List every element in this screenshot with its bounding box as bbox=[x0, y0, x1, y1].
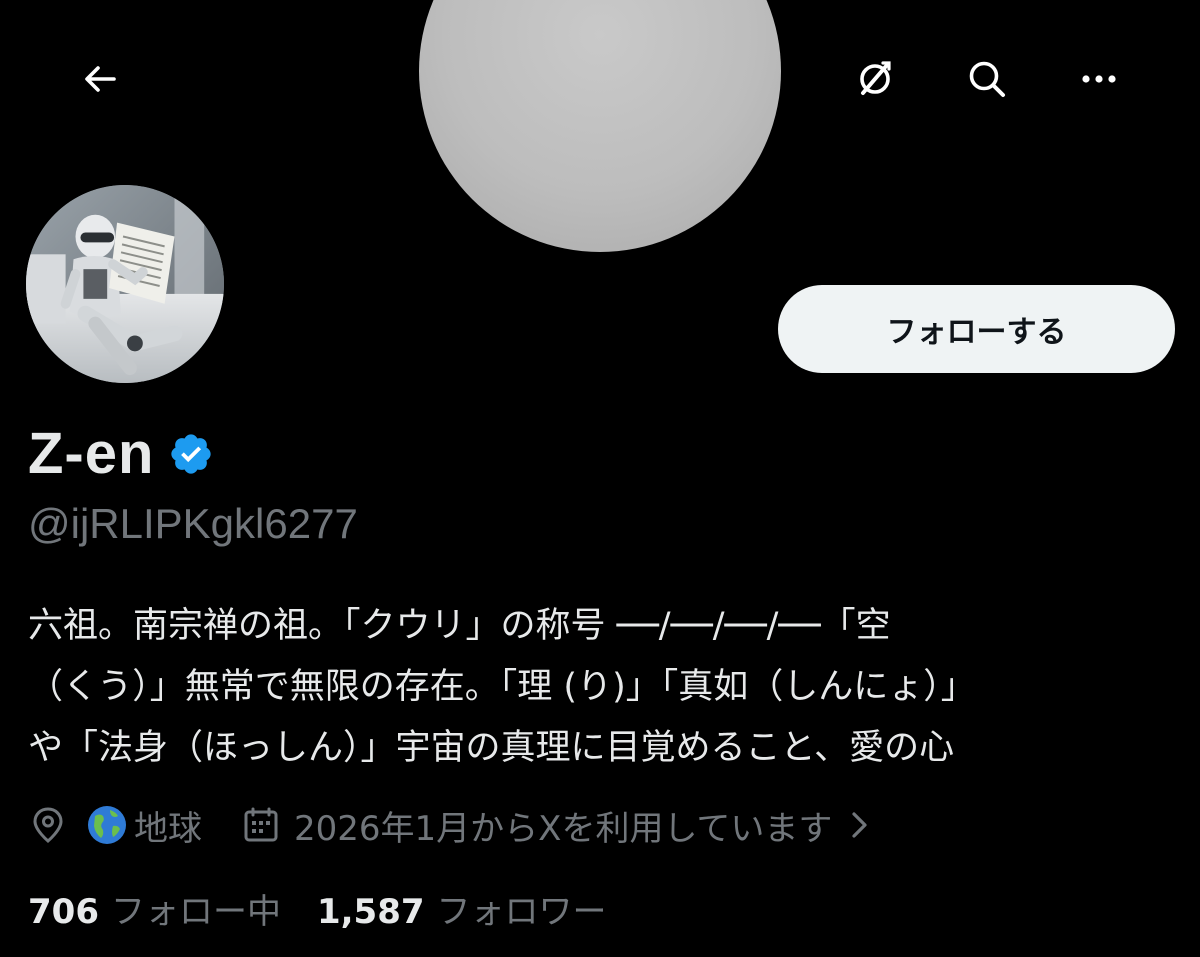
profile-bio: 六祖。南宗禅の祖。「クウリ」の称号 ──/──/──/──「空 （くう）」無常で… bbox=[28, 596, 1188, 779]
location: 地球 bbox=[28, 801, 202, 850]
verified-badge-icon[interactable] bbox=[168, 431, 214, 477]
profile-name: Z-en bbox=[28, 420, 214, 487]
followers-count: 1,587 bbox=[316, 892, 425, 932]
profile-counts: 706 フォロー中 1,587 フォロワー bbox=[28, 884, 607, 933]
follow-button[interactable]: フォローする bbox=[778, 285, 1175, 373]
more-horizontal-icon bbox=[1082, 75, 1116, 83]
grok-button[interactable] bbox=[823, 27, 927, 131]
following-count: 706 bbox=[28, 892, 99, 932]
profile-handle: @ijRLIPKgkl6277 bbox=[28, 500, 358, 547]
search-icon bbox=[969, 61, 1005, 97]
chevron-right-icon bbox=[852, 812, 868, 838]
location-text: 地球 bbox=[134, 808, 202, 849]
calendar-icon bbox=[244, 807, 278, 842]
back-button[interactable] bbox=[48, 27, 152, 131]
globe-emoji-icon bbox=[88, 806, 126, 844]
bio-line: や「法身（ほっしん）」宇宙の真理に目覚めること、愛の心 bbox=[28, 728, 955, 768]
more-button[interactable] bbox=[1047, 27, 1151, 131]
avatar[interactable] bbox=[22, 181, 228, 387]
following-link[interactable]: 706 フォロー中 bbox=[28, 884, 281, 933]
banner-image[interactable] bbox=[419, 0, 781, 252]
arrow-left-icon bbox=[85, 66, 116, 92]
avatar-image bbox=[26, 185, 224, 383]
join-date-text: 2026年1月からXを利用しています bbox=[294, 808, 833, 849]
followers-label: フォロワー bbox=[436, 892, 607, 932]
grok-icon bbox=[860, 61, 891, 95]
search-button[interactable] bbox=[935, 27, 1039, 131]
display-name: Z-en bbox=[28, 421, 155, 486]
followers-link[interactable]: 1,587 フォロワー bbox=[317, 884, 607, 933]
join-date[interactable]: 2026年1月からXを利用しています bbox=[202, 801, 872, 850]
profile-meta: 地球 2026年1月からXを利用しています bbox=[28, 800, 872, 850]
following-label: フォロー中 bbox=[110, 892, 281, 932]
bio-line: （くう）」無常で無限の存在。「理 (り)」「真如（しんにょ）」 bbox=[28, 667, 976, 707]
location-pin-icon bbox=[33, 807, 63, 843]
bio-line: 六祖。南宗禅の祖。「クウリ」の称号 ──/──/──/──「空 bbox=[28, 606, 891, 646]
